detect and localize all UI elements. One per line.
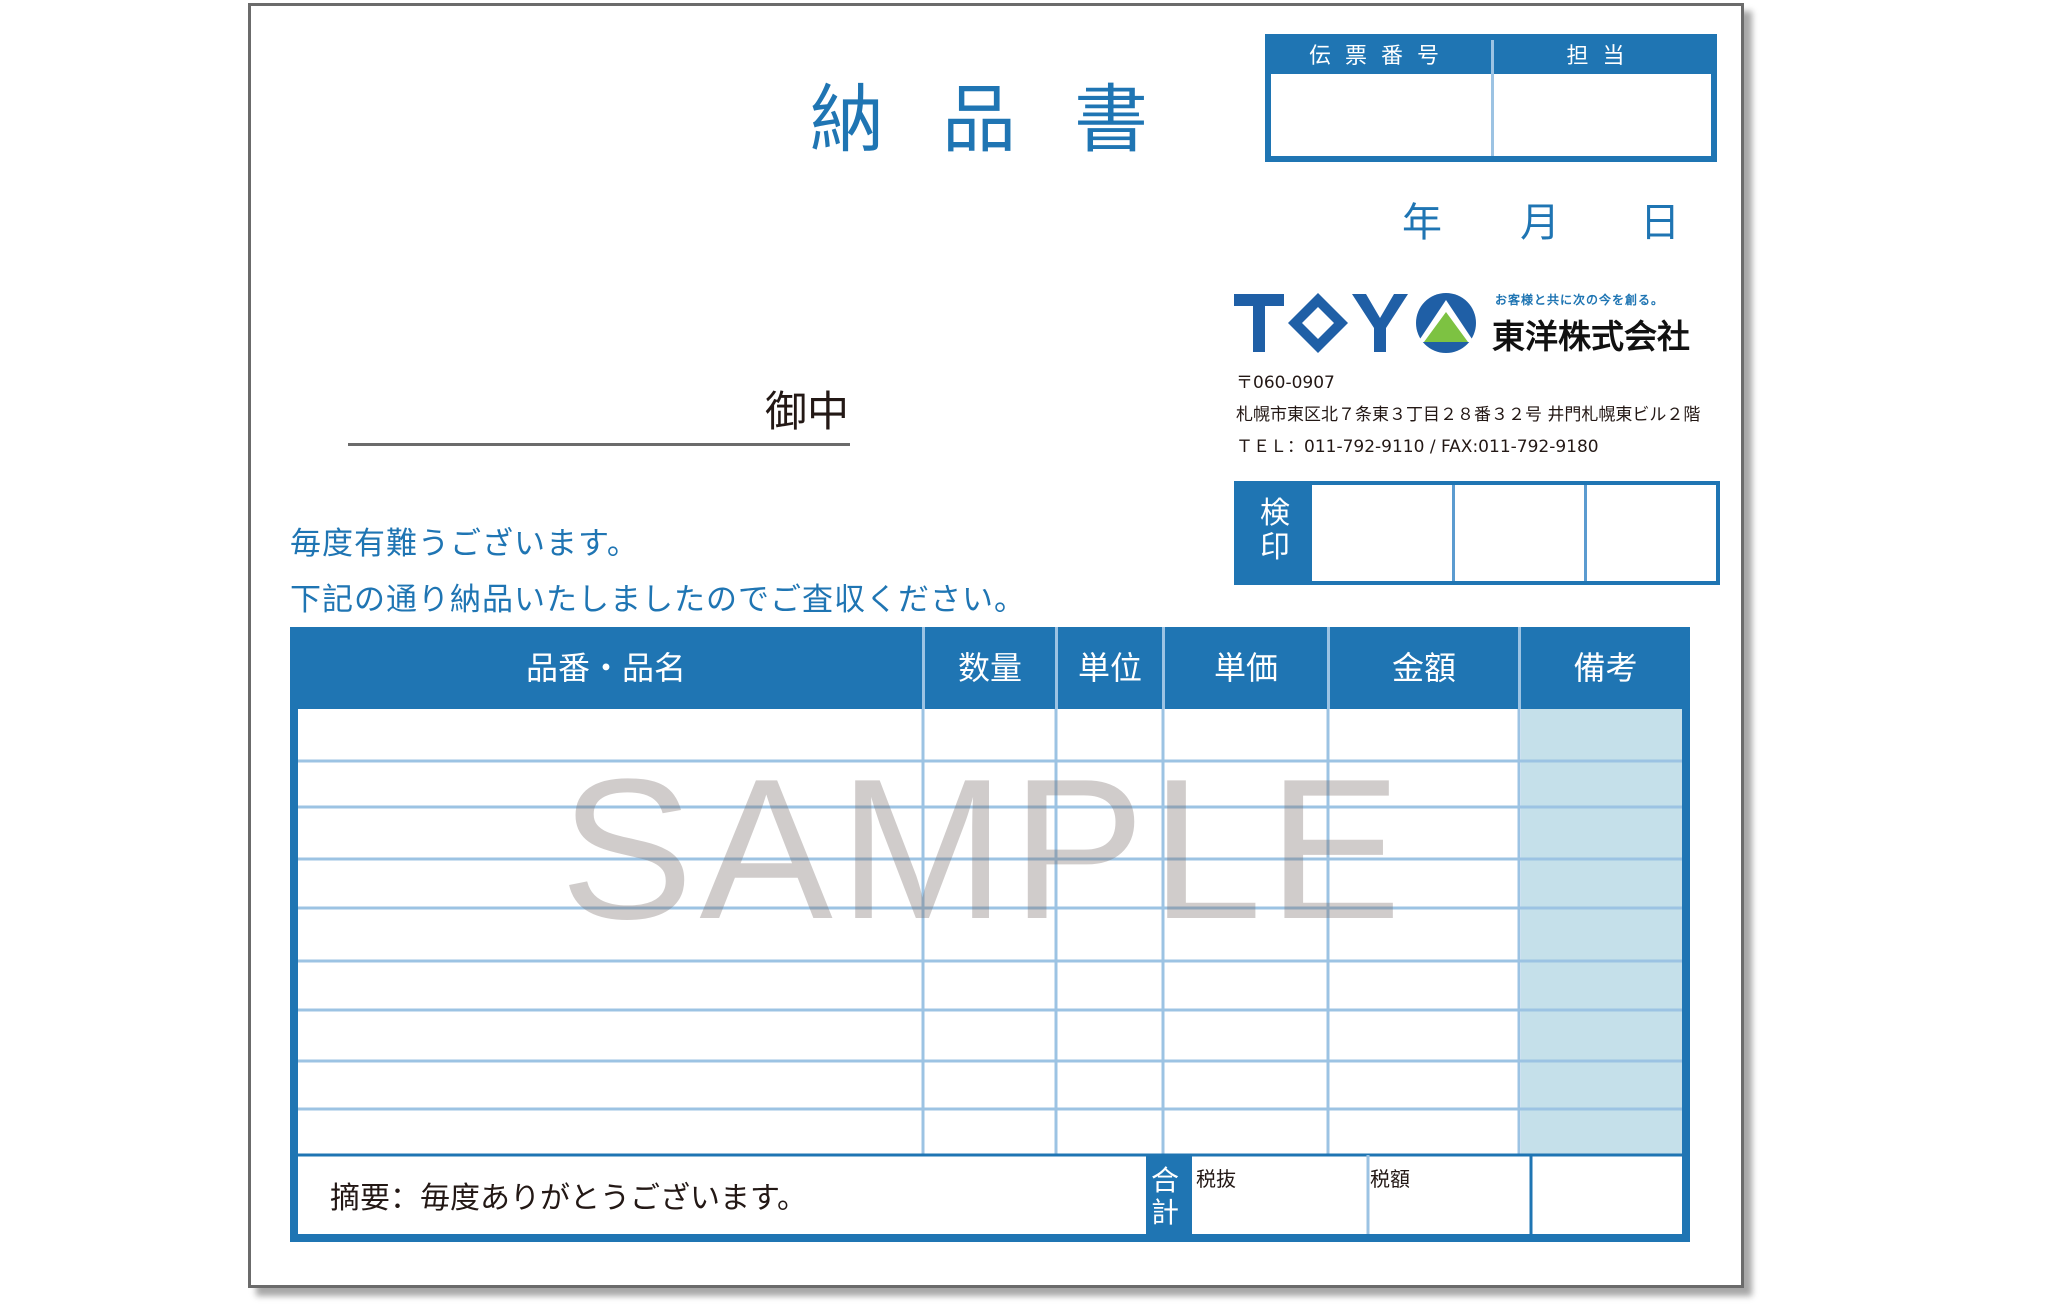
company-address: 札幌市東区北７条東３丁目２８番３２号 井門札幌東ビル２階 [1236, 405, 1701, 425]
inspection-stamp-box: 検印 [1234, 481, 1720, 585]
greeting-line-2: 下記の通り納品いたしましたのでご査収ください。 [290, 582, 1026, 618]
recipient-underline [348, 443, 850, 446]
company-postal-code: 〒060-0907 [1236, 373, 1335, 393]
header-amount: 金額 [1391, 649, 1456, 687]
company-tagline: お客様と共に次の今を創る。 [1495, 293, 1665, 307]
stamp-divider [1452, 485, 1455, 581]
slip-number-label: 伝票番号 [1271, 40, 1491, 74]
toyo-logo-mark [1234, 293, 1476, 353]
slip-divider [1491, 40, 1494, 156]
header-quantity: 数量 [957, 649, 1022, 687]
tax-label: 税額 [1370, 1167, 1410, 1191]
table-header: 品番・品名 数量 単位 単価 金額 備考 [290, 627, 1690, 709]
date-month: 月 [1520, 200, 1560, 246]
slip-info-box: 伝票番号 担当 [1265, 34, 1717, 162]
greeting-line-1: 毎度有難うございます。 [290, 526, 639, 562]
header-item-name: 品番・品名 [525, 649, 686, 687]
company-name: 東洋株式会社 [1492, 317, 1690, 356]
sample-watermark: SAMPLE [560, 738, 1408, 961]
inspection-label: 検印 [1238, 485, 1312, 581]
company-phone-fax: ＴＥＬ：011-792-9110 / FAX:011-792-9180 [1236, 437, 1599, 457]
total-label-text: 合計 [1150, 1164, 1179, 1229]
summary-text: 摘要：毎度ありがとうございます。 [330, 1181, 807, 1216]
header-unit: 単位 [1077, 649, 1142, 687]
date-day: 日 [1640, 200, 1680, 246]
stamp-divider [1584, 485, 1587, 581]
pre-tax-label: 税抜 [1196, 1167, 1236, 1191]
header-remarks: 備考 [1573, 649, 1638, 687]
date-year: 年 [1402, 200, 1442, 246]
header-unit-price: 単価 [1213, 649, 1278, 687]
total-label: 合計 [1142, 1165, 1188, 1229]
recipient-honorific: 御中 [765, 387, 850, 436]
document-title: 納品書 [810, 77, 1206, 163]
inspection-label-text: 検印 [1260, 496, 1290, 565]
staff-label: 担当 [1494, 40, 1711, 74]
